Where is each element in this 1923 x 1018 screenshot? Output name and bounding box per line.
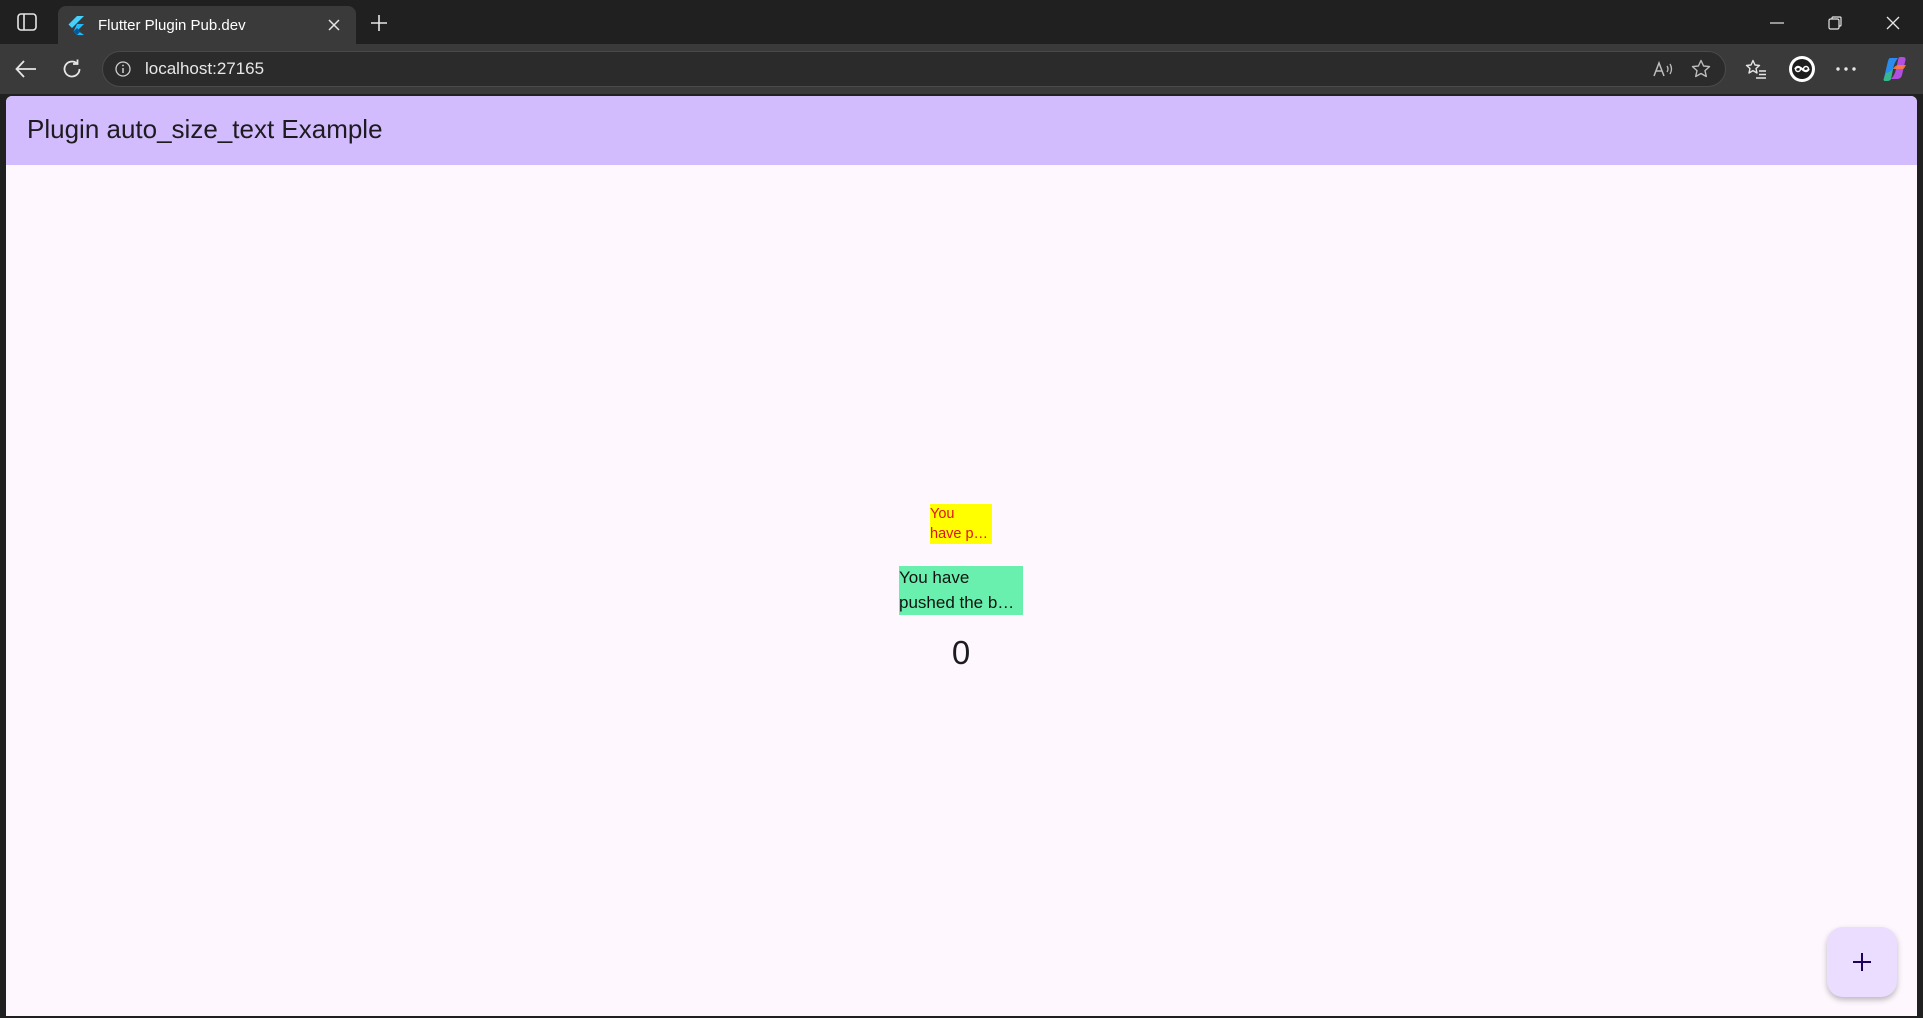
auto-size-text-green: You have pushed the b… <box>899 566 1023 615</box>
plus-icon <box>1853 953 1871 971</box>
more-options-icon[interactable] <box>1829 52 1863 86</box>
reload-icon[interactable] <box>55 52 89 86</box>
tab-title: Flutter Plugin Pub.dev <box>98 16 246 34</box>
browser-toolbar: localhost:27165 <box>0 44 1923 94</box>
address-bar[interactable]: localhost:27165 <box>102 51 1726 87</box>
auto-size-text-yellow: You have p… <box>930 504 992 544</box>
green-text-line-1: You have <box>899 568 970 587</box>
yellow-text-line-1: You <box>930 506 955 522</box>
yellow-text-line-2: have p… <box>930 526 989 542</box>
app-bar: Plugin auto_size_text Example <box>6 96 1917 165</box>
browser-titlebar: Flutter Plugin Pub.dev <box>0 0 1923 44</box>
copilot-icon[interactable] <box>1878 52 1912 86</box>
site-info-icon[interactable] <box>113 59 133 79</box>
read-aloud-icon[interactable] <box>1651 57 1675 81</box>
close-tab-icon[interactable] <box>322 13 346 37</box>
close-window-icon[interactable] <box>1873 8 1913 38</box>
app-bar-title: Plugin auto_size_text Example <box>27 114 383 144</box>
browser-tab[interactable]: Flutter Plugin Pub.dev <box>58 6 356 44</box>
green-text-line-2: pushed the b… <box>899 592 1015 612</box>
minimize-icon[interactable] <box>1757 8 1797 38</box>
restore-icon[interactable] <box>1815 8 1855 38</box>
flutter-favicon-icon <box>66 15 86 35</box>
url-text[interactable]: localhost:27165 <box>145 52 264 86</box>
back-arrow-icon[interactable] <box>9 52 43 86</box>
tab-actions-icon[interactable] <box>14 11 40 33</box>
web-page: Plugin auto_size_text Example You have p… <box>6 96 1917 1016</box>
counter-value: 0 <box>951 634 971 671</box>
extension-icon[interactable] <box>1785 52 1819 86</box>
favorites-icon[interactable] <box>1739 52 1773 86</box>
new-tab-icon[interactable] <box>366 10 392 36</box>
increment-fab-button[interactable] <box>1827 927 1897 997</box>
favorite-star-icon[interactable] <box>1689 57 1713 81</box>
